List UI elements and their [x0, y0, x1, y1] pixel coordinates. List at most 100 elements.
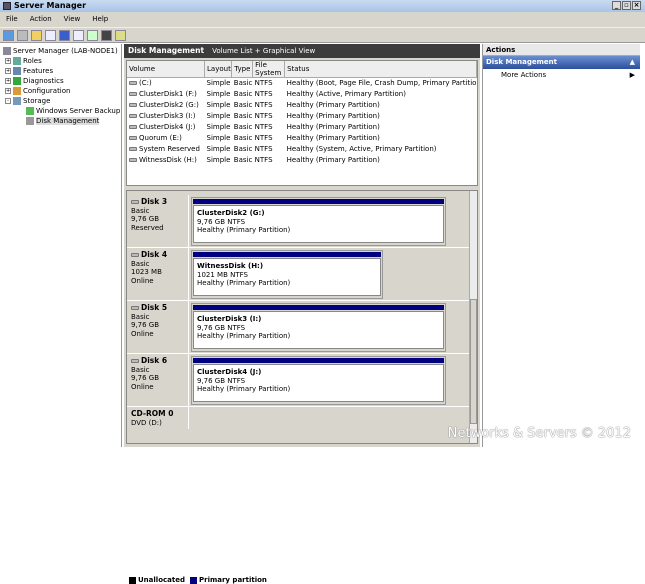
- volume-row[interactable]: Quorum (E:) Simple Basic NTFS Healthy (Prima…: [127, 133, 477, 144]
- volume-icon: [129, 158, 137, 162]
- up-folder-icon[interactable]: [31, 30, 42, 41]
- tree-item-label: Storage: [23, 97, 51, 105]
- collapse-icon[interactable]: ▲: [630, 56, 635, 69]
- volume-row[interactable]: ClusterDisk4 (J:) Simple Basic NTFS Healthy …: [127, 122, 477, 133]
- primary-partition-bar: [193, 199, 444, 204]
- volume-cell: NTFS: [254, 112, 273, 120]
- volume-row[interactable]: ClusterDisk1 (F:) Simple Basic NTFS Healthy …: [127, 89, 477, 100]
- volume-cell: Healthy (Primary Partition): [286, 123, 380, 131]
- node-icon: [13, 97, 21, 105]
- expand-toggle[interactable]: +: [5, 88, 11, 94]
- forward-icon[interactable]: [17, 30, 28, 41]
- node-icon: [26, 117, 34, 125]
- partition[interactable]: ClusterDisk4 (J:) 9,76 GB NTFS Healthy (Pr…: [191, 356, 446, 405]
- disk-icon: [131, 253, 139, 257]
- primary-partition-bar: [193, 305, 444, 310]
- volume-cell: NTFS: [254, 123, 273, 131]
- volume-cell: Simple: [206, 101, 231, 109]
- tree-item-label: Diagnostics: [23, 77, 64, 85]
- graphical-view: Disk 3 Basic 9,76 GB Reserved ClusterDisk2 …: [126, 190, 478, 584]
- tree-item-label: Roles: [23, 57, 42, 65]
- tree-item-label: Windows Server Backup: [36, 107, 121, 115]
- volume-row[interactable]: System Reserved Simple Basic NTFS Healthy (S…: [127, 144, 477, 155]
- more-actions[interactable]: More Actions ▶: [483, 69, 640, 81]
- submenu-arrow-icon: ▶: [629, 71, 635, 79]
- disk-row[interactable]: Disk 6 Basic 9,76 GB Online ClusterDisk4 (J…: [127, 354, 470, 407]
- primary-partition-bar: [193, 252, 381, 257]
- volume-cell: Healthy (Primary Partition): [286, 112, 380, 120]
- disk-row[interactable]: Disk 4 Basic 1023 MB Online WitnessDisk (H:…: [127, 248, 470, 301]
- volume-cell: NTFS: [254, 156, 273, 164]
- help-icon[interactable]: [59, 30, 70, 41]
- volume-row[interactable]: ClusterDisk2 (G:) Simple Basic NTFS Healthy …: [127, 100, 477, 111]
- disk-label[interactable]: Disk 4 Basic 1023 MB Online: [127, 248, 189, 300]
- disk-icon: [131, 306, 139, 310]
- cdrom-name: CD-ROM 0: [131, 409, 174, 418]
- menu-help[interactable]: Help: [92, 12, 108, 27]
- volume-cell: Quorum (E:): [127, 133, 205, 144]
- legend-unallocated: Unallocated: [129, 576, 185, 584]
- expand-toggle[interactable]: +: [5, 68, 11, 74]
- show-hide-tree-icon[interactable]: [45, 30, 56, 41]
- volume-cell: WitnessDisk (H:): [127, 155, 205, 166]
- cdrom-row[interactable]: CD-ROM 0 DVD (D:): [127, 407, 470, 429]
- disk-row[interactable]: Disk 5 Basic 9,76 GB Online ClusterDisk3 (I…: [127, 301, 470, 354]
- pane-subtitle: Volume List + Graphical View: [212, 47, 316, 55]
- back-icon[interactable]: [3, 30, 14, 41]
- column-header[interactable]: Status: [284, 61, 477, 78]
- volume-cell: Healthy (Boot, Page File, Crash Dump, Pr…: [286, 79, 477, 88]
- tree-item-label: Server Manager (LAB-NODE1): [13, 47, 118, 55]
- tree-item[interactable]: + Configuration: [0, 86, 121, 96]
- volume-icon: [129, 103, 137, 107]
- scrollbar-thumb[interactable]: [470, 299, 477, 424]
- column-header[interactable]: Type: [231, 61, 254, 78]
- volume-cell: Basic: [233, 134, 253, 142]
- expand-toggle[interactable]: +: [5, 58, 11, 64]
- vertical-scrollbar[interactable]: [469, 191, 477, 443]
- disk-label[interactable]: Disk 3 Basic 9,76 GB Reserved: [127, 195, 189, 247]
- tree-item[interactable]: + Features: [0, 66, 121, 76]
- tree-item[interactable]: + Roles: [0, 56, 121, 66]
- tree-item-label: Disk Management: [36, 117, 100, 125]
- menu-view[interactable]: View: [64, 12, 81, 27]
- expand-toggle[interactable]: +: [5, 78, 11, 84]
- volume-row[interactable]: WitnessDisk (H:) Simple Basic NTFS Healthy (…: [127, 155, 477, 166]
- volume-icon: [129, 147, 137, 151]
- expand-toggle[interactable]: -: [5, 98, 11, 104]
- partition[interactable]: ClusterDisk2 (G:) 9,76 GB NTFS Healthy (Pr…: [191, 197, 446, 246]
- node-icon: [13, 87, 21, 95]
- legend: Unallocated Primary partition: [129, 576, 267, 584]
- column-header[interactable]: Volume: [127, 61, 206, 78]
- refresh-icon[interactable]: [87, 30, 98, 41]
- properties-icon[interactable]: [101, 30, 112, 41]
- rescan-icon[interactable]: [115, 30, 126, 41]
- volume-row[interactable]: ClusterDisk3 (I:) Simple Basic NTFS Healthy …: [127, 111, 477, 122]
- close-button[interactable]: ×: [632, 1, 641, 10]
- volume-cell: Healthy (Primary Partition): [286, 156, 380, 164]
- legend-primary: Primary partition: [189, 576, 267, 584]
- title-bar: Server Manager _ ▫ ×: [0, 0, 645, 12]
- column-header[interactable]: File System: [252, 61, 286, 78]
- tree-item[interactable]: Disk Management: [0, 116, 121, 126]
- tree-item[interactable]: + Diagnostics: [0, 76, 121, 86]
- show-hide-action-pane-icon[interactable]: [73, 30, 84, 41]
- volume-cell: Basic: [233, 123, 253, 131]
- menu-file[interactable]: File: [6, 12, 18, 27]
- minimize-button[interactable]: _: [612, 1, 621, 10]
- disk-label[interactable]: Disk 6 Basic 9,76 GB Online: [127, 354, 189, 406]
- volume-cell: Basic: [233, 112, 253, 120]
- column-header[interactable]: Layout: [204, 61, 233, 78]
- tree-item[interactable]: - Storage: [0, 96, 121, 106]
- restore-button[interactable]: ▫: [622, 1, 631, 10]
- partition[interactable]: ClusterDisk3 (I:) 9,76 GB NTFS Healthy (Pr…: [191, 303, 446, 352]
- tree-item[interactable]: Windows Server Backup: [0, 106, 121, 116]
- primary-partition-bar: [193, 358, 444, 363]
- disk-label[interactable]: Disk 5 Basic 9,76 GB Online: [127, 301, 189, 353]
- menu-action[interactable]: Action: [30, 12, 52, 27]
- disk-row[interactable]: Disk 3 Basic 9,76 GB Reserved ClusterDisk2 …: [127, 195, 470, 248]
- volume-row[interactable]: (C:) Simple Basic NTFS Healthy (Boot, Page F…: [127, 78, 477, 89]
- partition[interactable]: WitnessDisk (H:) 1021 MB NTFS Healthy (Pri…: [191, 250, 383, 299]
- tree-item[interactable]: Server Manager (LAB-NODE1): [0, 46, 121, 56]
- actions-section-disk-management[interactable]: Disk Management ▲: [483, 56, 640, 69]
- volume-icon: [129, 81, 137, 86]
